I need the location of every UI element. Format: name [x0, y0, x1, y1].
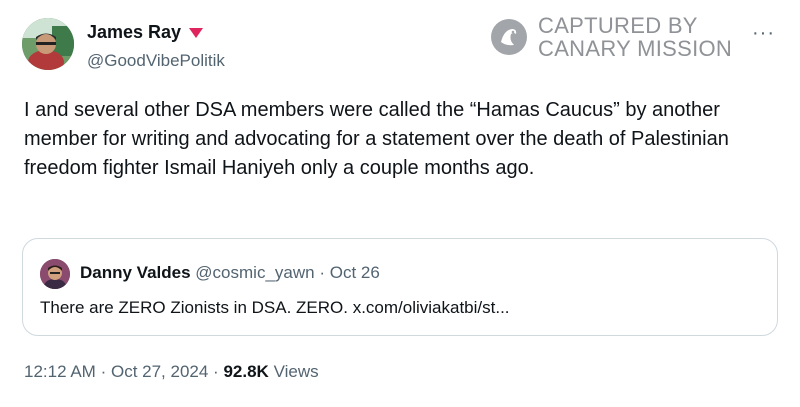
quoted-date[interactable]: Oct 26 [330, 263, 380, 282]
tweet-time[interactable]: 12:12 AM [24, 362, 96, 381]
watermark-line2: CANARY MISSION [538, 36, 733, 61]
tweet-text: I and several other DSA members were cal… [24, 99, 729, 179]
author-display-name[interactable]: James Ray [87, 22, 181, 43]
heart-badge-icon [189, 27, 204, 38]
quoted-tweet[interactable]: Danny Valdes @cosmic_yawn · Oct 26 There… [22, 238, 778, 336]
quoted-text: There are ZERO Zionists in DSA. ZERO. x.… [40, 298, 510, 317]
quoted-display-name[interactable]: Danny Valdes [80, 263, 191, 282]
canary-logo-icon [491, 19, 527, 55]
tweet-card: James Ray @GoodVibePolitik CAPTURED BY C… [0, 0, 800, 407]
author-avatar[interactable] [22, 18, 74, 70]
more-options-icon[interactable]: ··· [752, 22, 775, 45]
tweet-date[interactable]: Oct 27, 2024 [111, 362, 208, 381]
quoted-avatar-image [40, 259, 70, 289]
watermark: CAPTURED BY CANARY MISSION [490, 14, 732, 60]
footer-separator: · [100, 362, 107, 381]
watermark-text: CAPTURED BY CANARY MISSION [538, 14, 732, 60]
watermark-line1: CAPTURED BY [538, 13, 698, 38]
quoted-handle[interactable]: @cosmic_yawn [195, 263, 314, 282]
author-handle[interactable]: @GoodVibePolitik [87, 51, 225, 71]
author-name-row: James Ray [87, 22, 204, 43]
quoted-author-avatar[interactable] [40, 259, 70, 289]
quoted-separator: · [319, 263, 325, 282]
views-label: Views [273, 362, 319, 381]
tweet-footer: 12:12 AM · Oct 27, 2024 · 92.8K Views [24, 362, 319, 382]
quoted-header: Danny Valdes @cosmic_yawn · Oct 26 [80, 263, 380, 283]
views-count: 92.8K [223, 362, 269, 381]
author-avatar-image [22, 18, 74, 70]
footer-separator: · [213, 362, 219, 381]
